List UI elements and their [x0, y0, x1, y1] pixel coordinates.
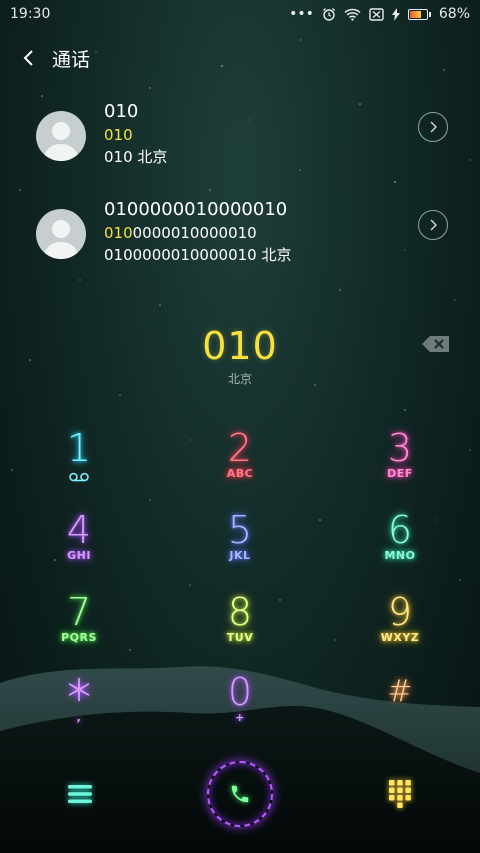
status-bar: 19:30 ••• 68% — [0, 0, 480, 28]
dial-display: 010 北京 — [0, 324, 480, 387]
dial-key-7[interactable]: 7 PQRS — [19, 592, 139, 662]
chevron-left-icon — [23, 50, 33, 66]
key-digit: # — [387, 674, 413, 709]
contact-detail-button[interactable] — [418, 112, 448, 142]
key-digit: 9 — [387, 590, 413, 634]
call-core — [226, 780, 254, 808]
key-letters: TUV — [226, 631, 254, 644]
key-digit: 7 — [66, 590, 92, 634]
number-match-highlight: 010 — [104, 126, 133, 144]
back-button[interactable] — [16, 46, 40, 70]
key-letters: GHI — [67, 549, 91, 562]
menu-icon — [68, 785, 92, 803]
key-letters: WXYZ — [380, 631, 420, 644]
dialpad-icon — [389, 780, 411, 808]
contact-region: 北京 — [137, 148, 168, 166]
more-notifications-icon: ••• — [289, 6, 314, 22]
dial-key-5[interactable]: 5 JKL — [180, 510, 300, 580]
contact-number-plain: 010 — [104, 148, 133, 166]
number-rest: 0000010000010 — [132, 224, 257, 242]
contact-name: 010 — [104, 101, 139, 122]
default-person-icon — [43, 122, 79, 161]
contact-info: 010 010 010 北京 — [104, 100, 167, 168]
dial-key-3[interactable]: 3 DEF — [340, 428, 460, 498]
page-title: 通话 — [52, 48, 91, 71]
key-digit: 8 — [227, 590, 253, 634]
contact-suggestion[interactable]: 0100000010000010 0100000010000010 010000… — [0, 198, 480, 278]
chevron-right-icon — [430, 219, 437, 231]
number-match-highlight: 010 — [104, 224, 133, 242]
status-time: 19:30 — [10, 6, 51, 22]
key-letters: MNO — [384, 549, 416, 562]
dial-key-2[interactable]: 2 ABC — [180, 428, 300, 498]
contact-number: 0100000010000010 — [104, 222, 292, 244]
backspace-icon[interactable] — [421, 334, 451, 354]
dial-key-6[interactable]: 6 MNO — [340, 510, 460, 580]
menu-button[interactable] — [62, 776, 98, 812]
dial-key-9[interactable]: 9 WXYZ — [340, 592, 460, 662]
key-digit: 4 — [66, 508, 92, 552]
battery-percent: 68% — [438, 6, 470, 22]
call-button[interactable] — [207, 761, 273, 827]
key-digit: 6 — [387, 508, 413, 552]
key-digit: 2 — [227, 426, 253, 470]
key-digit: 0 — [227, 670, 253, 714]
key-letters: + — [235, 711, 245, 724]
dial-key-4[interactable]: 4 GHI — [19, 510, 139, 580]
key-letters: DEF — [387, 467, 413, 480]
dialed-region: 北京 — [227, 372, 252, 386]
no-sim-icon — [369, 7, 384, 21]
contact-suggestion[interactable]: 010 010 010 北京 — [0, 100, 480, 180]
alarm-clock-icon — [322, 8, 335, 21]
phone-icon — [231, 785, 249, 803]
key-letters: PQRS — [61, 631, 97, 644]
dialpad-toggle-button[interactable] — [382, 776, 418, 812]
key-letters: JKL — [229, 549, 251, 562]
contact-location: 010 北京 — [104, 146, 167, 168]
dial-key-hash[interactable]: # — [340, 672, 460, 742]
dial-key-1[interactable]: 1 — [19, 428, 139, 498]
wifi-icon — [344, 8, 361, 21]
chevron-right-icon — [430, 121, 437, 133]
avatar — [36, 209, 86, 259]
charging-icon — [391, 7, 400, 21]
voicemail-icon — [69, 472, 89, 482]
key-digit: 1 — [66, 426, 92, 470]
avatar — [36, 111, 86, 161]
battery-icon — [407, 8, 431, 20]
contact-name: 0100000010000010 — [104, 199, 288, 220]
dial-key-8[interactable]: 8 TUV — [180, 592, 300, 662]
contact-number: 010 — [104, 124, 167, 146]
key-digit: 3 — [387, 426, 413, 470]
contact-detail-button[interactable] — [418, 210, 448, 240]
key-digit: ＊ — [64, 674, 94, 709]
key-letters: ABC — [226, 467, 254, 480]
key-digit: 5 — [227, 508, 253, 552]
app-header: 通话 — [0, 40, 480, 76]
dial-key-0[interactable]: 0 + — [180, 672, 300, 742]
contact-info: 0100000010000010 0100000010000010 010000… — [104, 198, 292, 266]
default-person-icon — [43, 220, 79, 259]
dial-key-star[interactable]: ＊ , — [19, 672, 139, 742]
contact-region: 北京 — [261, 246, 292, 264]
contact-number-plain: 0100000010000010 — [104, 246, 257, 264]
status-icons: ••• 68% — [289, 6, 470, 22]
contact-location: 0100000010000010 北京 — [104, 244, 292, 266]
dialed-number: 010 — [202, 324, 278, 368]
key-letters: , — [76, 711, 82, 724]
